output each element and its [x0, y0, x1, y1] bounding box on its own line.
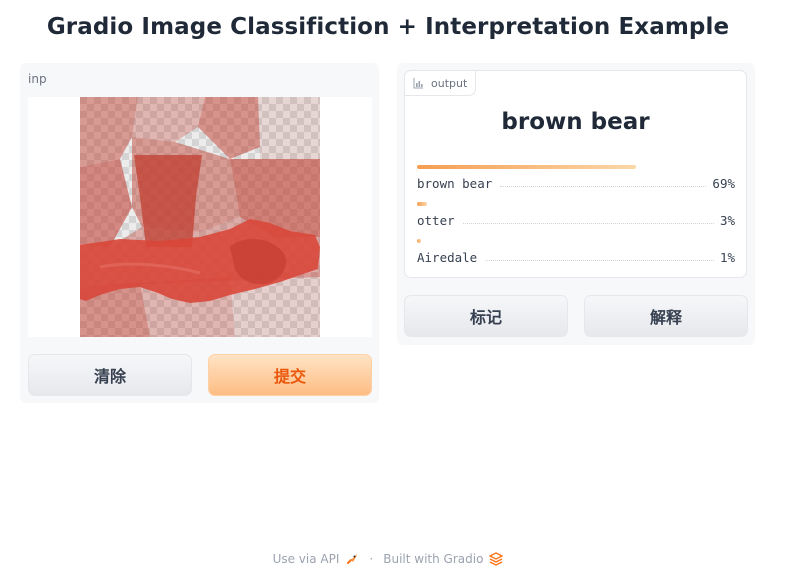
confidence-value: 3%: [719, 213, 735, 228]
rocket-icon: [347, 554, 358, 564]
submit-button[interactable]: 提交: [208, 354, 372, 396]
flag-button[interactable]: 标记: [404, 295, 568, 337]
input-panel: inp 清除 提交: [20, 63, 379, 403]
gradio-link[interactable]: Built with Gradio: [383, 552, 483, 566]
confidence-bar: [417, 239, 421, 243]
input-label: inp: [28, 72, 47, 86]
confidence-row: Airedale 1%: [417, 239, 735, 265]
footer-separator: ·: [369, 552, 374, 566]
clear-button[interactable]: 清除: [28, 354, 192, 396]
dotted-leader: [485, 260, 714, 261]
label-output: output brown bear brown bear 69% otter 3…: [404, 70, 747, 278]
output-tab-label: output: [431, 76, 468, 90]
confidence-label: otter: [417, 213, 455, 228]
footer: Use via API · Built with Gradio: [0, 552, 776, 566]
confidence-value: 69%: [712, 176, 735, 191]
confidence-row: brown bear 69%: [417, 165, 735, 191]
image-input[interactable]: [28, 97, 372, 337]
page-title: Gradio Image Classifiction + Interpretat…: [46, 14, 730, 40]
confidence-bar: [417, 165, 636, 169]
confidence-row: otter 3%: [417, 202, 735, 228]
top-prediction: brown bear: [501, 109, 650, 135]
gradio-logo-icon: [489, 552, 504, 566]
output-tab: output: [404, 70, 477, 96]
interpret-button[interactable]: 解释: [584, 295, 748, 337]
dotted-leader: [462, 223, 714, 224]
chart-icon: [413, 78, 423, 89]
api-link[interactable]: Use via API: [273, 552, 340, 566]
confidence-value: 1%: [719, 250, 735, 265]
dotted-leader: [500, 186, 707, 187]
confidence-bar: [417, 202, 427, 206]
interpretation-heatmap: [80, 97, 320, 337]
output-panel: output brown bear brown bear 69% otter 3…: [397, 63, 755, 345]
confidence-label: Airedale: [417, 250, 478, 265]
confidence-label: brown bear: [417, 176, 493, 191]
